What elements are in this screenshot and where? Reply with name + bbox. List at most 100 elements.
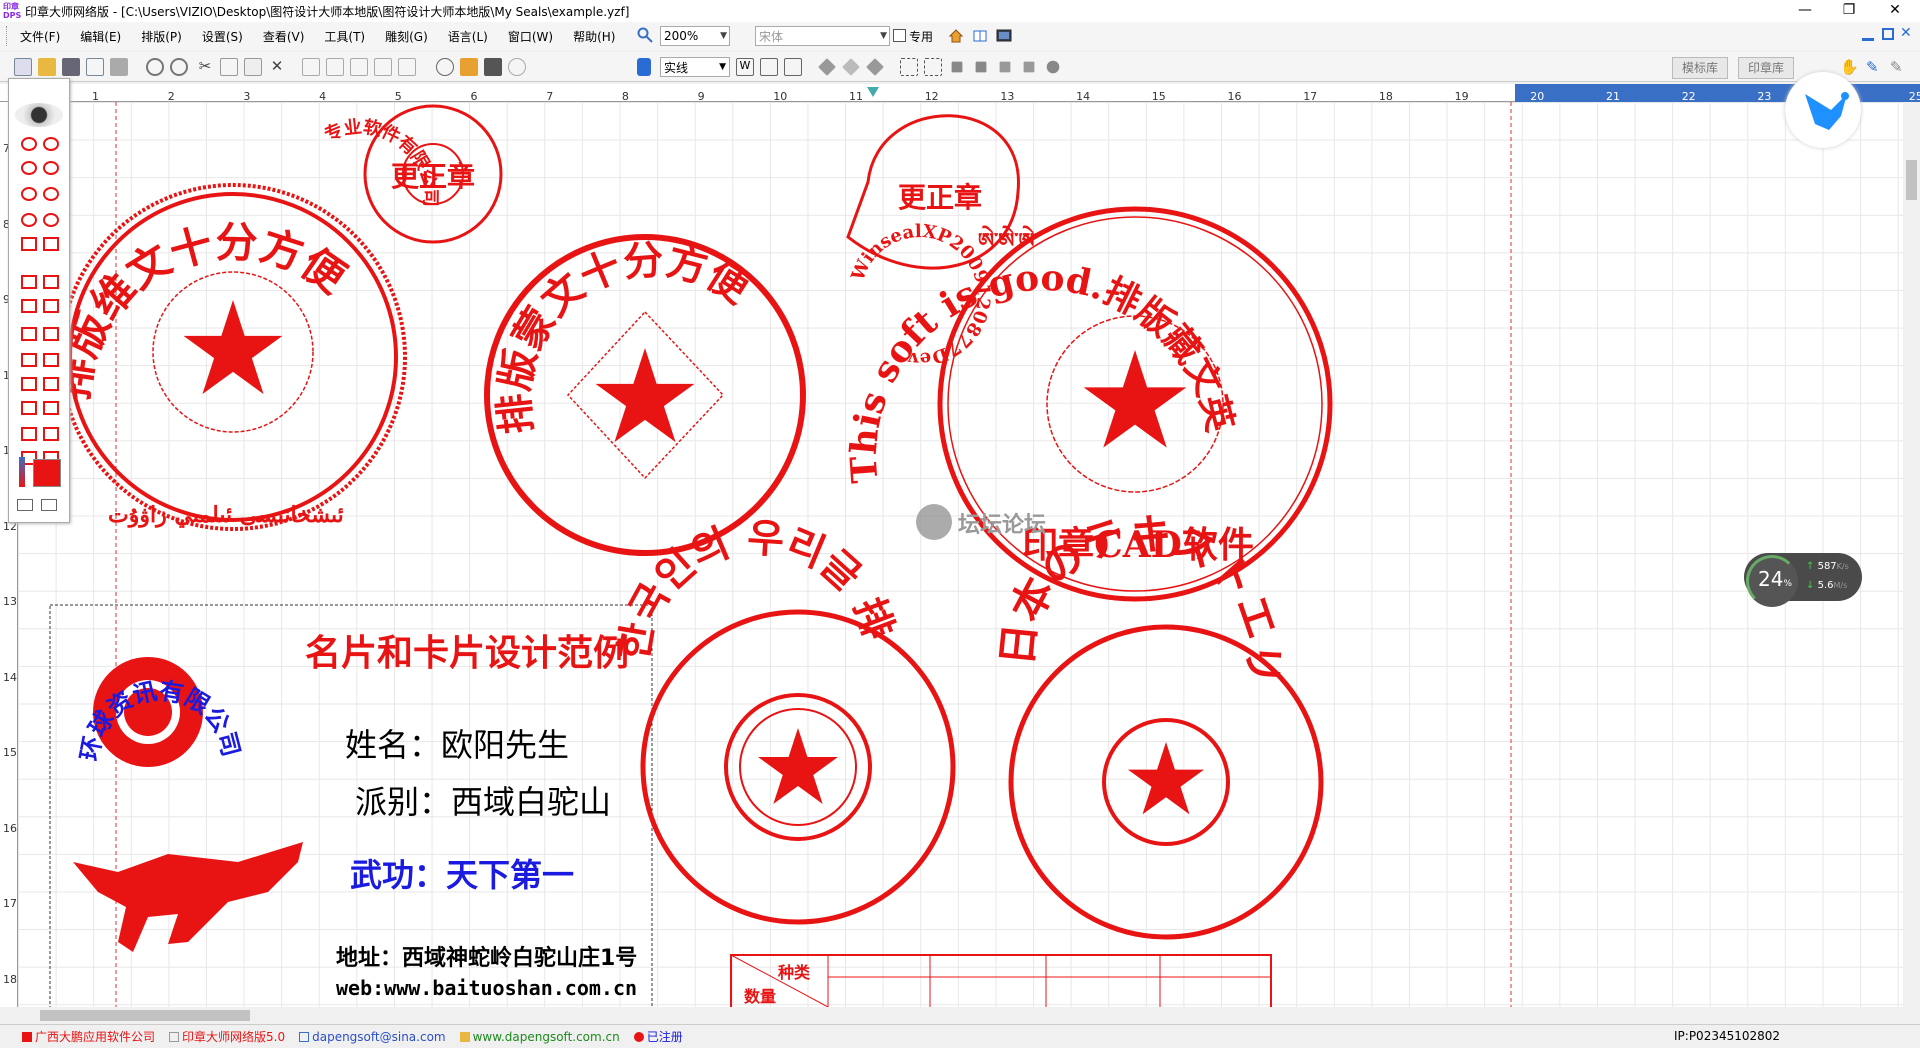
layout3-icon[interactable]: [21, 353, 37, 367]
mdi-restore-icon[interactable]: [1882, 28, 1894, 40]
layout8-icon[interactable]: [43, 401, 59, 415]
seal-uyghur[interactable]: 排版维文十分方便 ئىشخانىسى ئىلمىي زاۋۇت: [48, 183, 407, 531]
layout2-icon[interactable]: [43, 327, 59, 341]
bar-icon[interactable]: [43, 237, 59, 251]
zoom-icon[interactable]: [637, 27, 653, 43]
ring-icon[interactable]: [43, 161, 59, 175]
menu-file[interactable]: 文件(F): [10, 28, 70, 45]
bring-front-icon[interactable]: [951, 61, 963, 73]
print-icon[interactable]: [110, 58, 128, 76]
exclusive-checkbox[interactable]: [893, 29, 906, 42]
layout9-icon[interactable]: [21, 427, 37, 441]
align-top-icon[interactable]: [374, 58, 392, 76]
square-ring-icon[interactable]: [43, 275, 59, 289]
book-icon[interactable]: [972, 28, 988, 44]
layout10-icon[interactable]: [43, 427, 59, 441]
stamp-icon[interactable]: [436, 58, 454, 76]
oval-ring-icon[interactable]: [43, 213, 59, 227]
square-icon[interactable]: [21, 275, 37, 289]
rotate-icon[interactable]: [1046, 60, 1060, 74]
menu-layout[interactable]: 排版(P): [131, 28, 192, 45]
line-style-select[interactable]: 实线 ▼: [660, 57, 730, 77]
tag-icon[interactable]: [818, 58, 836, 76]
menu-help[interactable]: 帮助(H): [563, 28, 625, 45]
color-swatch[interactable]: [33, 459, 61, 487]
font-select[interactable]: 宋体 ▼: [755, 26, 890, 46]
menu-window[interactable]: 窗口(W): [498, 28, 563, 45]
status-email[interactable]: dapengsoft@sina.com: [312, 1030, 446, 1044]
menu-engrave[interactable]: 雕刻(G): [375, 28, 438, 45]
pen-icon[interactable]: [460, 58, 478, 76]
new-icon[interactable]: [14, 58, 32, 76]
brush-icon[interactable]: ✎: [1866, 58, 1879, 76]
bird-logo[interactable]: [1785, 72, 1861, 148]
redo-icon[interactable]: [170, 58, 188, 76]
image-icon[interactable]: [760, 58, 778, 76]
mdi-close-icon[interactable]: ✕: [1900, 25, 1912, 41]
tab-template-library[interactable]: 模标库: [1672, 57, 1728, 79]
mdi-minimize-icon[interactable]: [1862, 29, 1874, 41]
layout6-icon[interactable]: [43, 377, 59, 391]
grid-table[interactable]: 种类 数量: [730, 954, 1272, 1007]
camera-icon[interactable]: [484, 58, 502, 76]
diamond-icon[interactable]: [21, 299, 37, 313]
send-back-icon[interactable]: [975, 61, 987, 73]
horizontal-scrollbar[interactable]: [0, 1007, 1920, 1024]
tag3-icon[interactable]: [866, 58, 884, 76]
oval-icon[interactable]: [21, 213, 37, 227]
close-icon[interactable]: ✕: [1872, 0, 1918, 22]
menu-tools[interactable]: 工具(T): [314, 28, 375, 45]
menu-edit[interactable]: 编辑(E): [70, 28, 131, 45]
save-icon[interactable]: [62, 58, 80, 76]
align-center-icon[interactable]: [326, 58, 344, 76]
target-icon[interactable]: [508, 58, 526, 76]
minimize-icon[interactable]: —: [1782, 0, 1828, 22]
backward-icon[interactable]: [1023, 61, 1035, 73]
ruler-marker-icon[interactable]: [867, 87, 879, 97]
ellipse-ring-icon[interactable]: [43, 187, 59, 201]
scroll-thumb[interactable]: [1906, 160, 1917, 200]
star-ring-icon[interactable]: [43, 137, 59, 151]
copy-icon[interactable]: [220, 58, 238, 76]
paste-icon[interactable]: [244, 58, 262, 76]
restore-icon[interactable]: ❐: [1826, 0, 1872, 22]
align-bottom-icon[interactable]: [398, 58, 416, 76]
triangle-icon[interactable]: [43, 299, 59, 313]
circle-icon[interactable]: [21, 161, 37, 175]
home-icon[interactable]: [948, 28, 964, 44]
line-tool-icon[interactable]: [637, 58, 651, 76]
zoom-select[interactable]: 200% ▼: [660, 26, 730, 46]
seal-professional[interactable]: 专业软件有限公司 更正章: [321, 104, 503, 244]
design-canvas[interactable]: 排版维文十分方便 ئىشخانىسى ئىلمىي زاۋۇت 专业软件有限公司…: [18, 102, 1903, 1007]
layout1-icon[interactable]: [21, 327, 37, 341]
forward-icon[interactable]: [999, 61, 1011, 73]
color-gradient-icon[interactable]: [19, 457, 25, 487]
open-folder-icon[interactable]: [38, 58, 56, 76]
menu-settings[interactable]: 设置(S): [192, 28, 253, 45]
status-website[interactable]: www.dapengsoft.com.cn: [473, 1030, 620, 1044]
layout5-icon[interactable]: [21, 377, 37, 391]
panel-refresh-icon[interactable]: [41, 499, 57, 511]
scroll-thumb[interactable]: [40, 1010, 250, 1021]
frame-icon[interactable]: [784, 58, 802, 76]
ellipse-icon[interactable]: [21, 187, 37, 201]
select-icon[interactable]: [900, 58, 918, 76]
delete-icon[interactable]: ✕: [268, 58, 286, 76]
group-icon[interactable]: [924, 58, 942, 76]
card-company-seal[interactable]: 环球资讯有限公司: [75, 657, 245, 767]
star-circle-icon[interactable]: [21, 137, 37, 151]
menu-view[interactable]: 查看(V): [253, 28, 315, 45]
text-w-icon[interactable]: W: [736, 58, 754, 76]
network-speed-widget[interactable]: 24% ↑ 587K/s ↓ 5.6M/s: [1744, 553, 1862, 609]
vertical-scrollbar[interactable]: [1903, 102, 1920, 1007]
save-as-icon[interactable]: [86, 58, 104, 76]
seal-mongolian[interactable]: 排版蒙文十分方便: [484, 234, 806, 556]
align-left-icon[interactable]: [302, 58, 320, 76]
eye-icon[interactable]: [15, 103, 63, 127]
monitor-icon[interactable]: [996, 28, 1012, 44]
grid-icon[interactable]: [21, 237, 37, 251]
eraser-icon[interactable]: ✎: [1890, 58, 1903, 76]
menu-language[interactable]: 语言(L): [438, 28, 498, 45]
cut-icon[interactable]: ✂: [196, 58, 214, 76]
align-right-icon[interactable]: [350, 58, 368, 76]
